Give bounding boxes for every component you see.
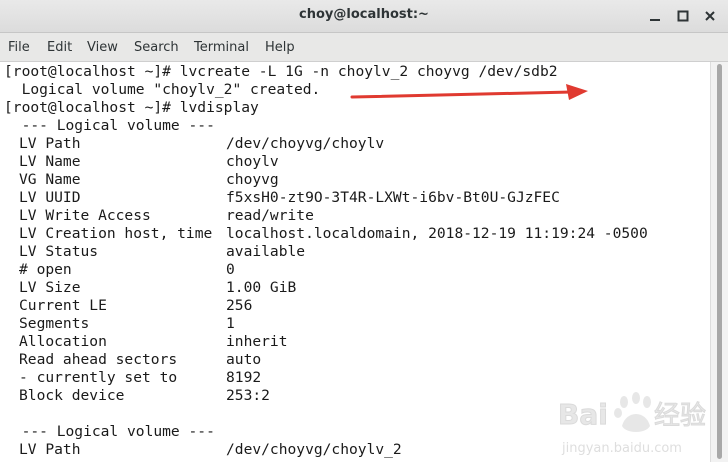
lv-key: LV Size (19, 279, 81, 296)
lv-key: LV Path (19, 441, 81, 458)
lv-key: # open (19, 261, 72, 278)
lv-value: /dev/choyvg/choylv_2 (226, 441, 402, 458)
lv-value: choyvg (226, 171, 279, 188)
minimize-button[interactable] (645, 6, 665, 26)
lv-key: LV Path (19, 135, 81, 152)
lv-key: LV UUID (19, 189, 81, 206)
menu-view[interactable]: View (87, 40, 118, 55)
svg-text:Bai: Bai (558, 398, 608, 431)
lv-value: 1.00 GiB (226, 279, 297, 296)
lv-value: /dev/choyvg/choylv (226, 135, 385, 152)
scrollbar-thumb[interactable] (717, 64, 722, 459)
menu-help[interactable]: Help (265, 40, 295, 55)
lv-row: LV Write Access read/write (4, 207, 314, 225)
lv-row: Segments 1 (4, 315, 235, 333)
svg-text:jingyan.baidu.com: jingyan.baidu.com (561, 441, 682, 456)
output-line: Logical volume "choylv_2" created. (4, 81, 321, 98)
lv-row: LV Creation host, time localhost.localdom… (4, 225, 648, 243)
lv-row: # open 0 (4, 261, 235, 279)
section-header: --- Logical volume --- (4, 117, 215, 134)
lv-row: Allocation inherit (4, 333, 288, 351)
menu-edit[interactable]: Edit (47, 40, 72, 55)
lv-row: LV Status available (4, 243, 305, 261)
lv-value: auto (226, 351, 262, 368)
lv-row: LV Path/dev/choyvg/choylv (4, 135, 384, 153)
menu-bar: File Edit View Search Terminal Help (0, 33, 728, 62)
minimize-icon (650, 19, 660, 21)
menu-search[interactable]: Search (134, 40, 179, 55)
lv-value: inherit (226, 333, 288, 350)
section-header: --- Logical volume --- (4, 423, 215, 440)
close-icon (705, 11, 715, 21)
lv-key: LV Status (19, 243, 99, 260)
svg-text:经验: 经验 (654, 401, 706, 431)
lv-key: Segments (19, 315, 90, 332)
lv-key: LV Name (19, 153, 81, 170)
lv-key: Current LE (19, 297, 107, 314)
lv-key: LV Write Access (19, 207, 151, 224)
lv-value: 0 (226, 261, 235, 278)
lv-value: available (226, 243, 306, 260)
lv-value: read/write (226, 207, 314, 224)
lv-value: localhost.localdomain, 2018-12-19 11:19:… (226, 225, 648, 242)
lv-row: LV Path/dev/choyvg/choylv_2 (4, 441, 402, 459)
baidu-watermark-icon: Bai 经验 jingyan.baidu.com (558, 392, 707, 456)
lv-key: Read ahead sectors (19, 351, 178, 368)
menu-file[interactable]: File (8, 40, 30, 55)
title-bar: choy@localhost:~ (0, 0, 728, 33)
lv-row: VG Name choyvg (4, 171, 279, 189)
lv-key: - currently set to (19, 369, 178, 386)
lv-row: LV UUID f5xsH0-zt9O-3T4R-LXWt-i6bv-Bt0U-G… (4, 189, 560, 207)
lv-row: LV Name choylv (4, 153, 279, 171)
lv-key: Block device (19, 387, 125, 404)
lv-key: LV Creation host, time (19, 225, 213, 242)
lv-row: Block device 253:2 (4, 387, 270, 405)
lv-value: 8192 (226, 369, 262, 386)
lv-value: 253:2 (226, 387, 270, 404)
lv-value: choylv (226, 153, 279, 170)
command-line: [root@localhost ~]# lvdisplay (4, 99, 259, 116)
command-line: [root@localhost ~]# lvcreate -L 1G -n ch… (4, 63, 558, 80)
window-title: choy@localhost:~ (299, 7, 429, 22)
close-button[interactable] (700, 6, 720, 26)
lv-row: - currently set to 8192 (4, 369, 261, 387)
lv-row: LV Size 1.00 GiB (4, 279, 296, 297)
menu-terminal[interactable]: Terminal (194, 40, 249, 55)
lv-value: 256 (226, 297, 253, 314)
maximize-button[interactable] (673, 6, 693, 26)
lv-value: f5xsH0-zt9O-3T4R-LXWt-i6bv-Bt0U-GJzFEC (226, 189, 560, 206)
red-arrow-icon (350, 84, 588, 100)
lv-key: VG Name (19, 171, 81, 188)
maximize-icon (677, 10, 689, 22)
lv-key: Allocation (19, 333, 107, 350)
lv-row: Current LE 256 (4, 297, 252, 315)
lv-row: Read ahead sectors auto (4, 351, 261, 369)
lv-value: 1 (226, 315, 235, 332)
